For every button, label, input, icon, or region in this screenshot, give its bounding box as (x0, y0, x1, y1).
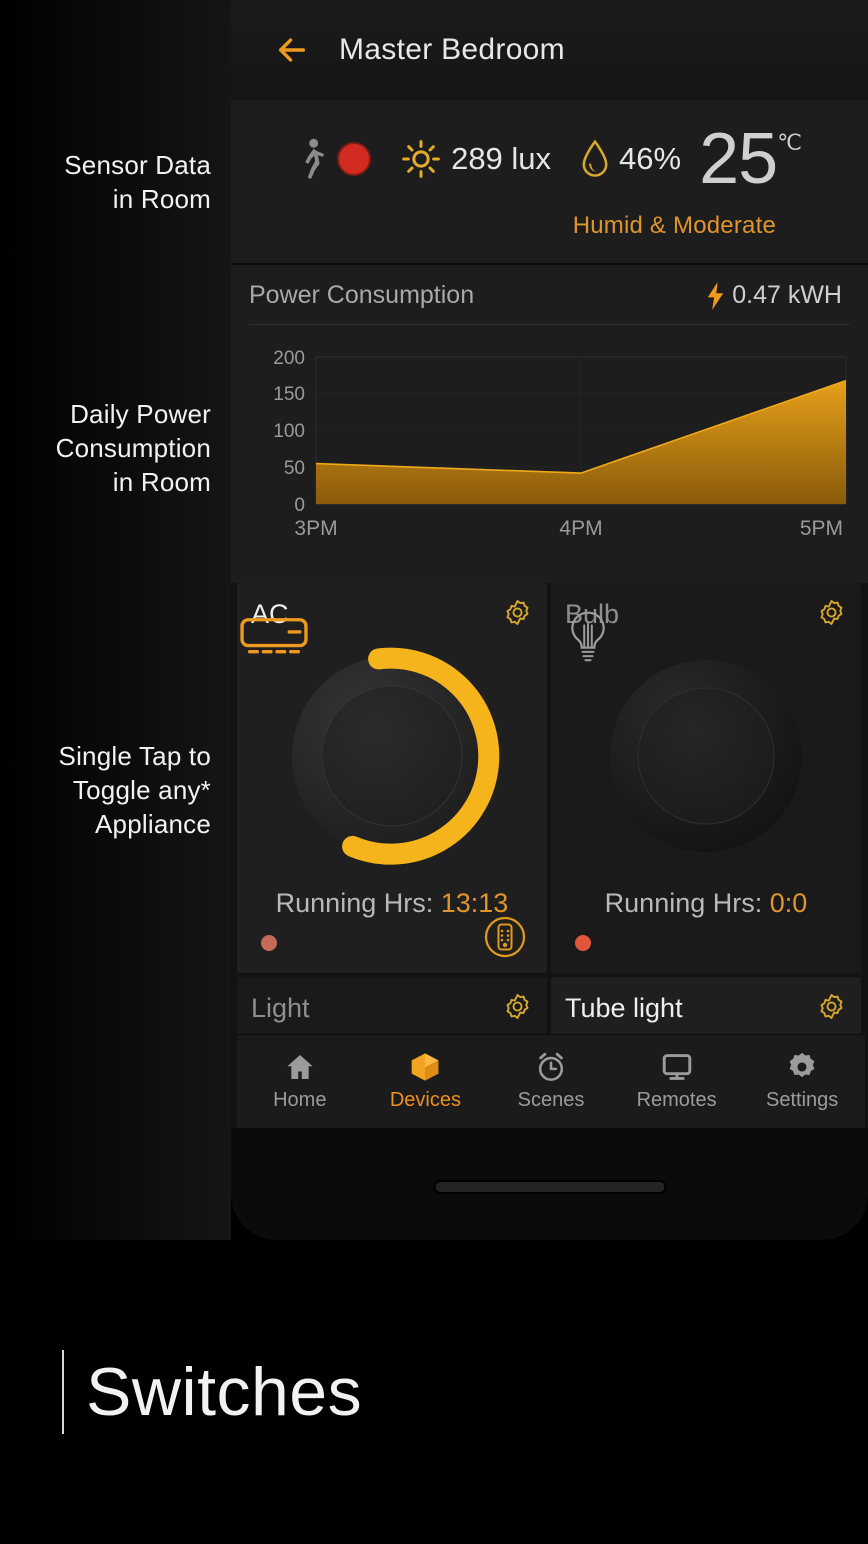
gear-icon[interactable] (504, 599, 531, 626)
ac-toggle-knob[interactable] (240, 618, 510, 874)
humidity-value: 46% (619, 141, 682, 176)
power-consumption-card: Power Consumption 0.47 kWH 200 150 100 5… (231, 265, 868, 583)
status-dot (575, 935, 591, 951)
annotation-toggle-line1: Single Tap to (58, 741, 211, 771)
motion-indicator-dot (337, 142, 372, 176)
temperature-unit: ℃ (777, 130, 802, 155)
temperature-reading: 25 ℃ (699, 119, 802, 199)
power-chart: 200 150 100 50 0 3PM 4PM 5PM (231, 339, 868, 559)
sensor-row: 289 lux 46% 25 ℃ (231, 119, 868, 199)
chart-x-ticks: 3PM 4PM 5PM (294, 517, 843, 540)
bulb-toggle-knob[interactable] (571, 611, 824, 874)
annotation-column: Sensor Data in Room Daily Power Consumpt… (0, 0, 231, 1254)
motion-sensor (297, 138, 401, 180)
running-hours-value: 0:0 (769, 888, 808, 918)
air-conditioner-icon (240, 618, 308, 654)
nav-item-home[interactable]: Home (237, 1051, 363, 1112)
device-card-bulb[interactable]: Bulb Running Hrs: 0:0 (551, 583, 861, 973)
annotation-power-line1: Daily Power (70, 399, 211, 429)
home-icon (287, 1055, 313, 1079)
lux-sensor: 289 lux (401, 139, 579, 179)
monitor-icon (662, 1054, 691, 1080)
svg-text:50: 50 (284, 458, 305, 479)
device-grid: AC Running Hrs: 13:13 Bulb Running Hrs: … (231, 583, 868, 1055)
knob-graphic (610, 660, 802, 852)
status-dot (261, 935, 277, 951)
nav-item-settings[interactable]: Settings (739, 1051, 865, 1112)
running-hours-label: Running Hrs: (604, 888, 763, 918)
annotation-sensor-line2: in Room (112, 184, 211, 214)
speaker-grille (433, 1180, 666, 1194)
back-arrow-icon[interactable] (275, 33, 309, 67)
annotation-power-line3: in Room (112, 467, 211, 497)
nav-item-devices[interactable]: Devices (363, 1051, 489, 1112)
sun-icon (402, 140, 440, 178)
device-name: Tube light (565, 993, 683, 1023)
nav-label: Settings (766, 1089, 839, 1111)
annotation-sensor-line1: Sensor Data (64, 150, 211, 180)
temperature-value: 25 (699, 119, 778, 199)
power-divider (249, 324, 850, 325)
svg-text:0: 0 (294, 495, 305, 516)
power-kwh-readout: 0.47 kWH (707, 281, 842, 310)
walking-person-icon (305, 138, 325, 179)
annotation-power-line2: Consumption (55, 433, 211, 463)
nav-label: Remotes (636, 1089, 717, 1111)
app-screen: Master Bedroom 289 lux 46% 25 ℃ Humid & … (231, 0, 868, 1128)
nav-label: Scenes (517, 1089, 585, 1111)
water-drop-icon (582, 139, 608, 177)
footer-caption: Switches (86, 1354, 363, 1430)
running-hours: Running Hrs: 0:0 (551, 888, 861, 919)
lux-value: 289 lux (451, 141, 552, 176)
page-title: Master Bedroom (339, 33, 565, 66)
remote-control-icon[interactable] (483, 915, 527, 959)
bottom-navigation: Home Devices Scenes Remotes Settings (237, 1034, 865, 1128)
card-header: Light (237, 977, 547, 1024)
annotation-toggle-line2: Toggle any* (72, 775, 211, 805)
running-hours-value: 13:13 (440, 888, 509, 918)
power-header: Power Consumption 0.47 kWH (231, 265, 868, 324)
nav-label: Devices (389, 1089, 461, 1111)
gear-icon[interactable] (818, 993, 845, 1020)
sensor-status-text: Humid & Moderate (572, 212, 776, 239)
phone-chin (231, 1128, 868, 1240)
light-bulb-icon (571, 611, 605, 662)
card-header: Tube light (551, 977, 861, 1024)
caption-rule (62, 1350, 64, 1434)
nav-label: Home (273, 1089, 327, 1111)
device-card-ac[interactable]: AC Running Hrs: 13:13 (237, 583, 547, 973)
footer-caption-bar: Switches (0, 1240, 868, 1544)
humidity-sensor: 46% (579, 138, 699, 180)
gear-icon[interactable] (818, 599, 845, 626)
lightning-bolt-icon (708, 281, 724, 310)
svg-text:100: 100 (273, 421, 305, 442)
annotation-toggle-line3: Appliance (95, 809, 211, 839)
annotation-sensor-data: Sensor Data in Room (64, 148, 211, 216)
svg-text:4PM: 4PM (559, 517, 602, 540)
knob-graphic (292, 647, 500, 865)
nav-item-remotes[interactable]: Remotes (614, 1051, 740, 1112)
power-area-chart: 200 150 100 50 0 3PM 4PM 5PM (273, 348, 847, 540)
app-bar: Master Bedroom (231, 0, 868, 100)
nav-item-scenes[interactable]: Scenes (488, 1051, 614, 1112)
device-name: Light (251, 993, 310, 1023)
sensor-panel: 289 lux 46% 25 ℃ Humid & Moderate (231, 100, 868, 265)
svg-text:5PM: 5PM (800, 517, 843, 540)
alarm-clock-icon (538, 1052, 564, 1081)
gear-icon (789, 1052, 815, 1078)
running-hours-label: Running Hrs: (275, 888, 434, 918)
cube-icon (412, 1053, 439, 1081)
phone-mockup: Master Bedroom 289 lux 46% 25 ℃ Humid & … (231, 0, 868, 1240)
power-kwh-value: 0.47 kWH (732, 281, 842, 309)
annotation-single-tap: Single Tap to Toggle any* Appliance (59, 739, 211, 841)
gear-icon[interactable] (504, 993, 531, 1020)
annotation-daily-power: Daily Power Consumption in Room (56, 397, 211, 499)
svg-text:200: 200 (273, 348, 305, 369)
chart-y-ticks: 200 150 100 50 0 (273, 348, 305, 516)
power-title: Power Consumption (249, 281, 475, 309)
svg-text:3PM: 3PM (294, 517, 337, 540)
svg-text:150: 150 (273, 384, 305, 405)
